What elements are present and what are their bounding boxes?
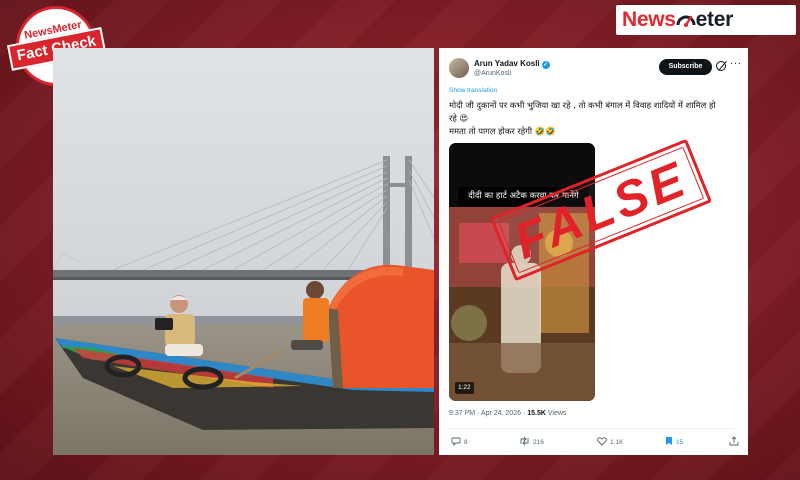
tweet-text: मोदी जी दुकानों पर कभी भुजिया खा रहे , त… bbox=[449, 99, 741, 138]
bookmark-button[interactable]: 15 bbox=[665, 436, 683, 448]
like-icon bbox=[597, 437, 607, 446]
video-duration: 1:22 bbox=[455, 382, 474, 394]
logo-meter-text: eter bbox=[695, 8, 734, 31]
logo-news-text: News bbox=[622, 8, 676, 31]
user-display-name[interactable]: Arun Yadav Kosli bbox=[474, 59, 540, 68]
reply-icon bbox=[451, 437, 461, 446]
share-icon bbox=[729, 436, 739, 446]
share-button[interactable] bbox=[729, 436, 742, 448]
repost-count: 216 bbox=[533, 439, 544, 446]
like-count: 1.1K bbox=[610, 439, 624, 446]
more-icon[interactable]: ··· bbox=[730, 58, 742, 69]
tweet-views-count: 15.5K bbox=[527, 410, 546, 417]
subscribe-button[interactable]: Subscribe bbox=[659, 59, 712, 75]
repost-button[interactable]: 216 bbox=[519, 436, 544, 448]
grok-icon[interactable] bbox=[716, 61, 726, 71]
boat-photo bbox=[53, 48, 434, 455]
show-translation-link[interactable]: Show translation bbox=[449, 87, 497, 94]
like-button[interactable]: 1.1K bbox=[597, 436, 623, 448]
user-avatar[interactable] bbox=[449, 58, 469, 78]
speedometer-icon bbox=[676, 15, 696, 27]
tweet-text-line-2: रहे 😍 bbox=[449, 113, 469, 123]
newsmeter-logo: News eter bbox=[616, 5, 796, 35]
user-handle[interactable]: @ArunKosli bbox=[474, 70, 511, 77]
tweet-views-label: Views bbox=[545, 410, 567, 417]
tweet-actions: 8 216 1.1K 15 bbox=[449, 436, 739, 448]
reply-count: 8 bbox=[464, 439, 468, 446]
reply-button[interactable]: 8 bbox=[451, 436, 468, 448]
tweet-meta: 9:37 PM · Apr 24, 2026 · 15.5K Views bbox=[449, 410, 566, 417]
tweet-card: Arun Yadav Kosli ✓ @ArunKosli Subscribe ·… bbox=[439, 48, 748, 455]
bookmark-icon bbox=[666, 437, 672, 445]
user-display-name-row[interactable]: Arun Yadav Kosli ✓ bbox=[474, 59, 550, 69]
tweet-text-line-1: मोदी जी दुकानों पर कभी भुजिया खा रहे , त… bbox=[449, 100, 716, 110]
repost-icon bbox=[520, 436, 529, 446]
actions-divider bbox=[449, 428, 738, 429]
tweet-text-line-3: ममता तो पागल होकर रहेगी 🤣🤣 bbox=[449, 126, 556, 136]
verified-badge-icon: ✓ bbox=[541, 61, 550, 69]
bookmark-count: 15 bbox=[676, 439, 684, 446]
tweet-timestamp[interactable]: 9:37 PM · Apr 24, 2026 · bbox=[449, 410, 527, 417]
